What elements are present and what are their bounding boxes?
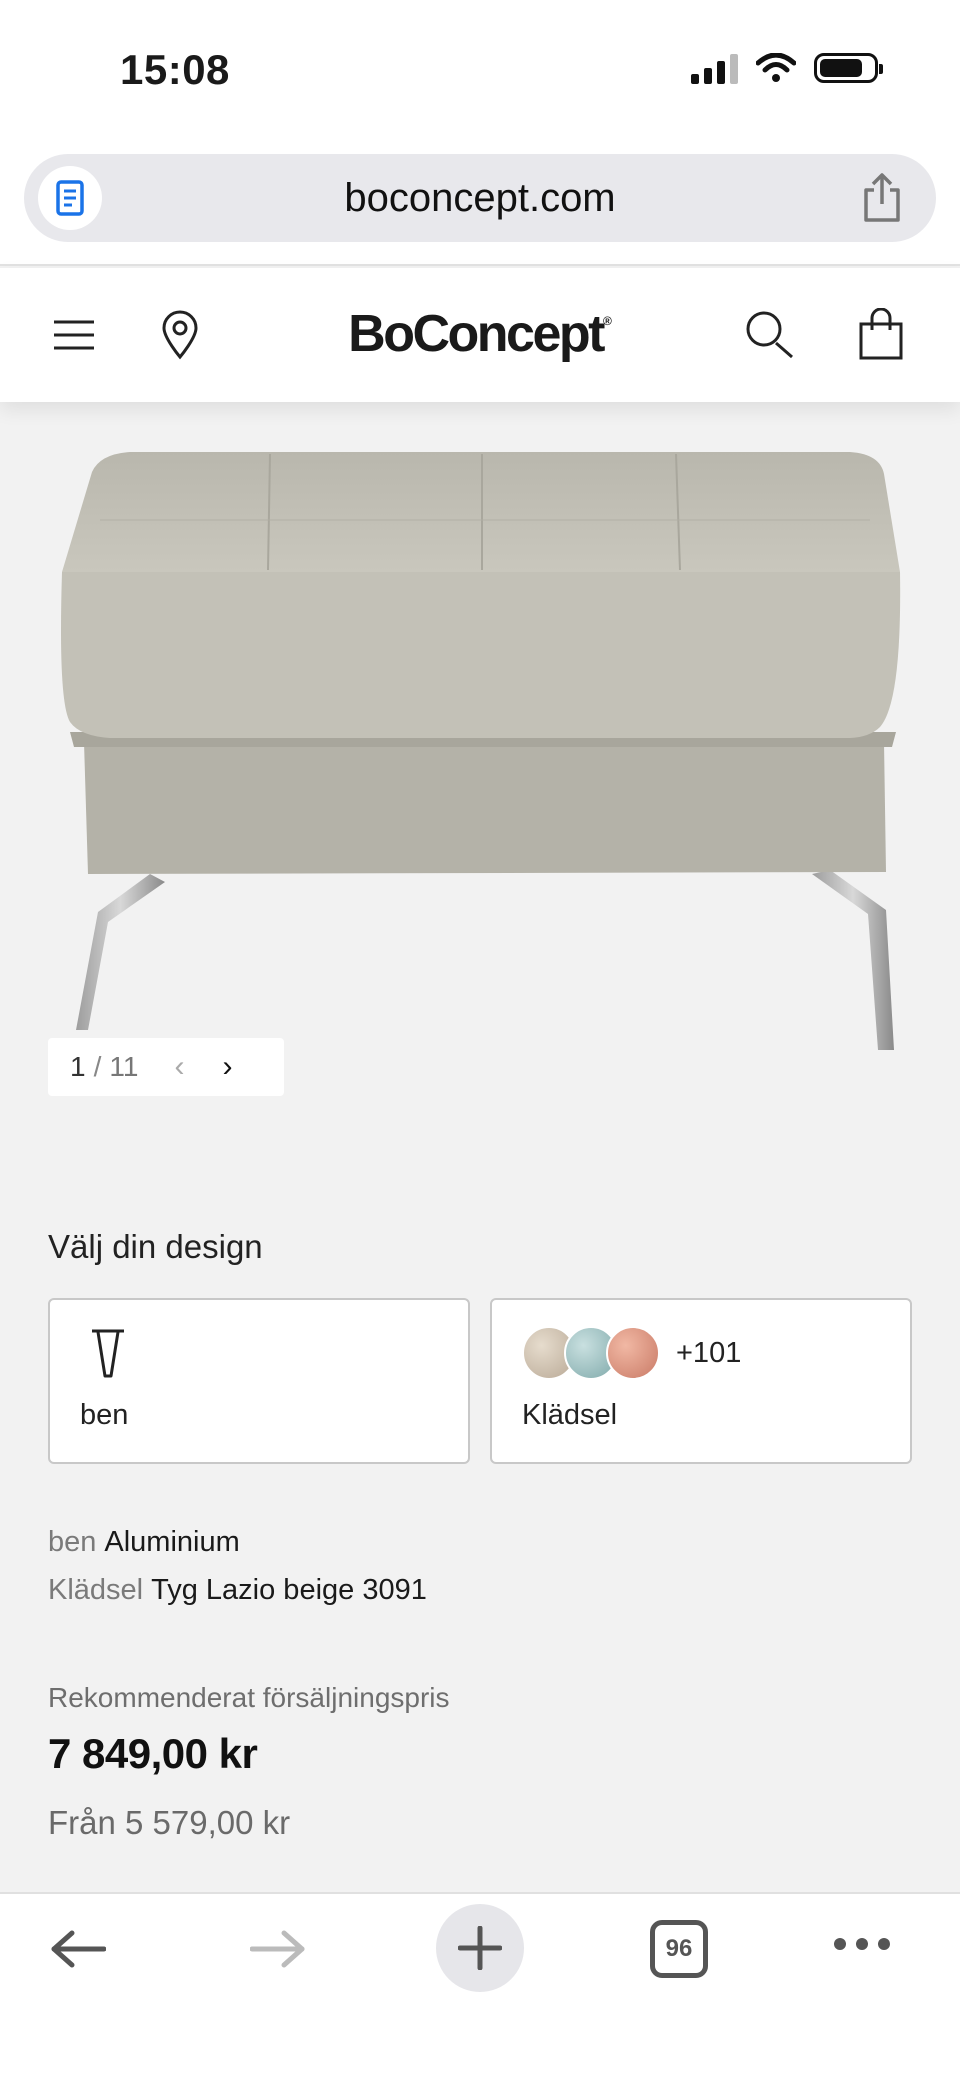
spec-key: ben bbox=[48, 1526, 97, 1558]
brand-mark: ® bbox=[602, 314, 612, 328]
spec-legs: ben Aluminium bbox=[48, 1526, 240, 1559]
arrow-right-icon bbox=[250, 1930, 305, 1968]
gallery-separator: / bbox=[93, 1051, 102, 1082]
gallery-total: 11 bbox=[109, 1051, 139, 1082]
address-bar[interactable]: boconcept.com bbox=[24, 154, 936, 242]
battery-icon bbox=[814, 53, 883, 83]
swatch-more-count: +101 bbox=[676, 1336, 742, 1369]
chevron-left-icon[interactable]: ‹ bbox=[174, 1050, 184, 1084]
cart-button[interactable] bbox=[856, 268, 906, 402]
gallery-pager: 1 / 11 ‹ › bbox=[48, 1038, 284, 1096]
design-section-title: Välj din design bbox=[48, 1228, 263, 1265]
url-text[interactable]: boconcept.com bbox=[24, 176, 936, 221]
status-bar: 15:08 bbox=[0, 0, 960, 140]
share-icon[interactable] bbox=[858, 172, 906, 224]
plus-icon bbox=[458, 1926, 502, 1970]
leg-icon bbox=[92, 1329, 124, 1378]
spec-upholstery: Klädsel Tyg Lazio beige 3091 bbox=[48, 1574, 427, 1607]
status-time: 15:08 bbox=[120, 46, 230, 93]
cellular-signal-icon bbox=[691, 52, 738, 84]
spec-value: Aluminium bbox=[104, 1526, 240, 1558]
brand-logo[interactable]: BoConcept® bbox=[0, 304, 960, 364]
arrow-left-icon bbox=[51, 1930, 106, 1968]
more-options-icon[interactable] bbox=[834, 1938, 890, 1950]
tabs-button[interactable]: 96 bbox=[650, 1920, 708, 1978]
wifi-icon bbox=[756, 53, 796, 82]
option-label-upholstery: Klädsel bbox=[522, 1399, 618, 1431]
search-icon bbox=[746, 311, 793, 359]
price: 7 849,00 kr bbox=[48, 1730, 258, 1777]
chevron-right-icon[interactable]: › bbox=[222, 1050, 232, 1084]
shopping-bag-icon bbox=[859, 308, 903, 360]
browser-toolbar: 96 bbox=[0, 1892, 960, 2081]
from-price: Från 5 579,00 kr bbox=[48, 1804, 291, 1841]
brand-name: BoConcept bbox=[348, 305, 605, 363]
spec-value: Tyg Lazio beige 3091 bbox=[151, 1574, 427, 1606]
search-button[interactable] bbox=[744, 268, 796, 402]
status-icons bbox=[691, 52, 883, 84]
price-label: Rekommenderat försäljningspris bbox=[48, 1682, 450, 1713]
forward-button[interactable] bbox=[248, 1894, 308, 2004]
option-label-legs: ben bbox=[80, 1399, 129, 1431]
new-tab-button[interactable] bbox=[436, 1904, 524, 1992]
spec-key: Klädsel bbox=[48, 1574, 144, 1606]
fabric-swatches: +101 bbox=[522, 1326, 741, 1380]
browser-address-area: boconcept.com bbox=[0, 140, 960, 266]
option-card-upholstery[interactable]: +101 Klädsel bbox=[490, 1298, 912, 1464]
gallery-current: 1 bbox=[70, 1051, 86, 1082]
product-image[interactable] bbox=[0, 402, 960, 1122]
fabric-swatch bbox=[606, 1326, 660, 1380]
option-card-legs[interactable]: ben bbox=[48, 1298, 470, 1464]
site-header: BoConcept® bbox=[0, 268, 960, 402]
back-button[interactable] bbox=[48, 1894, 108, 2004]
